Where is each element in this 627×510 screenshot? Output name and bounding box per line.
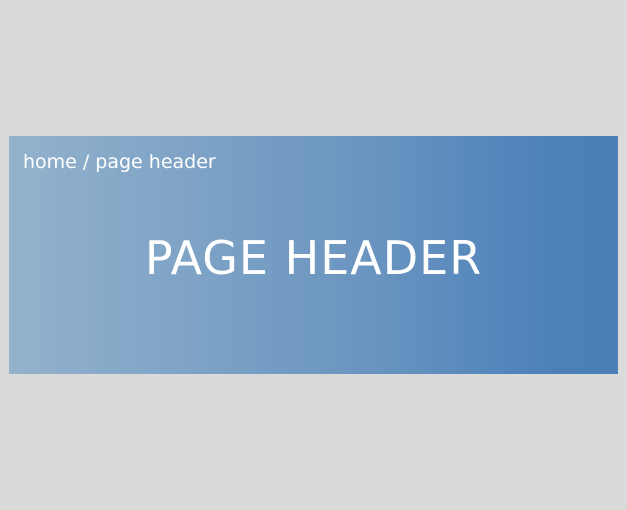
breadcrumb: home / page header — [23, 150, 216, 174]
breadcrumb-separator: / — [82, 151, 90, 173]
breadcrumb-home-link[interactable]: home — [23, 151, 77, 173]
page-header-banner: home / page header PAGE HEADER — [9, 136, 618, 374]
page-title: PAGE HEADER — [144, 231, 483, 285]
breadcrumb-current: page header — [95, 151, 216, 173]
